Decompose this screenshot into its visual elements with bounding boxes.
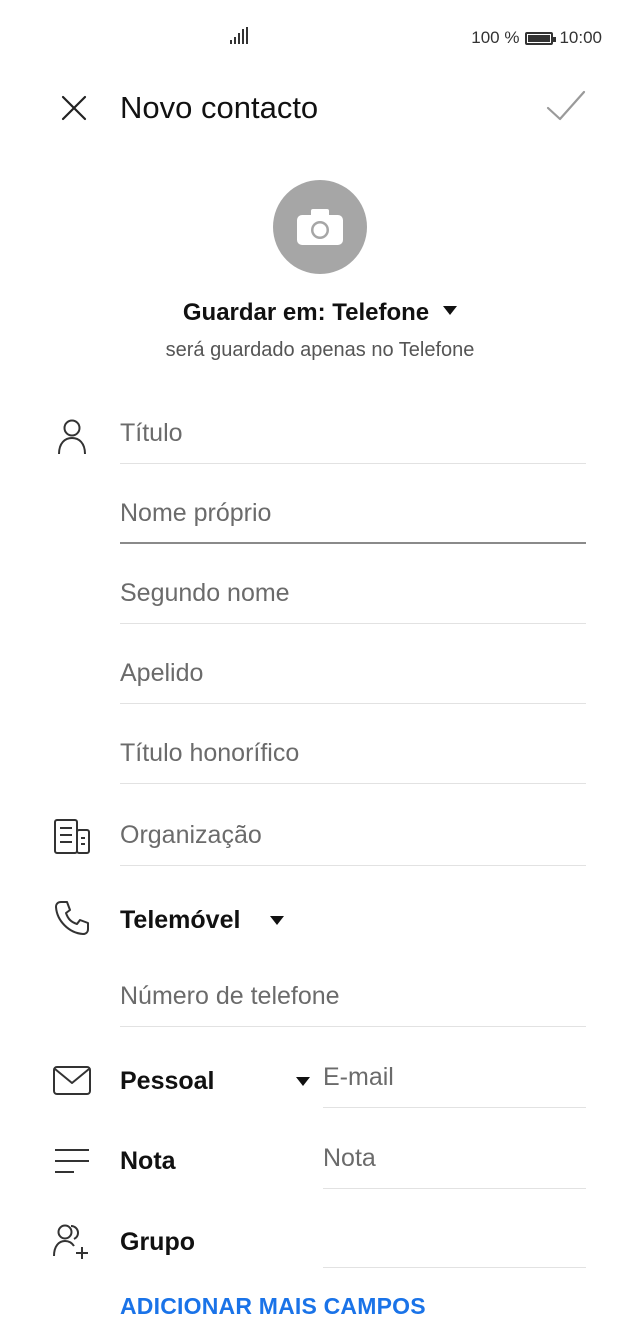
status-right: 100 % 10:00 — [471, 28, 602, 48]
title-input[interactable] — [120, 404, 586, 463]
honorific-input[interactable] — [120, 724, 586, 783]
save-location-hint: será guardado apenas no Telefone — [165, 339, 475, 361]
group-add-icon — [53, 1224, 88, 1259]
dropdown-arrow-icon — [296, 1076, 310, 1086]
email-icon — [53, 1066, 91, 1095]
save-location-label: Guardar em: Telefone — [182, 299, 430, 326]
organization-field[interactable] — [120, 806, 586, 866]
note-field[interactable] — [323, 1129, 586, 1189]
organization-input[interactable] — [120, 806, 586, 865]
phone-number-input[interactable] — [120, 967, 586, 1026]
clock: 10:00 — [559, 28, 602, 47]
phone-type-label: Telemóvel — [120, 905, 241, 934]
phone-type-selector[interactable]: Telemóvel — [120, 890, 320, 950]
honorific-field[interactable] — [120, 724, 586, 784]
title-field[interactable] — [120, 404, 586, 464]
signal-icon — [230, 27, 248, 44]
person-icon — [58, 419, 86, 455]
group-divider — [323, 1267, 586, 1268]
email-field[interactable] — [323, 1048, 586, 1108]
close-icon — [61, 95, 87, 121]
first-name-field[interactable] — [120, 484, 586, 544]
note-input[interactable] — [323, 1129, 586, 1188]
phone-number-field[interactable] — [120, 967, 586, 1027]
last-name-field[interactable] — [120, 644, 586, 704]
check-icon — [546, 90, 586, 121]
first-name-input[interactable] — [120, 484, 586, 542]
group-label[interactable]: Grupo — [120, 1228, 195, 1257]
email-input[interactable] — [323, 1048, 586, 1107]
middle-name-field[interactable] — [120, 564, 586, 624]
battery-icon — [525, 31, 557, 45]
add-photo-button[interactable] — [273, 180, 367, 274]
middle-name-input[interactable] — [120, 564, 586, 623]
dropdown-arrow-icon — [443, 306, 458, 316]
page-title: Novo contacto — [120, 90, 319, 125]
phone-icon — [55, 901, 89, 935]
save-button[interactable] — [544, 88, 588, 128]
last-name-input[interactable] — [120, 644, 586, 703]
note-label: Nota — [120, 1147, 176, 1175]
close-button[interactable] — [54, 88, 94, 128]
status-bar: 100 % 10:00 — [0, 0, 640, 74]
save-location-selector[interactable]: Guardar em: Telefone — [0, 299, 640, 327]
battery-percent: 100 % — [471, 28, 520, 47]
camera-icon — [297, 209, 343, 245]
email-type-label: Pessoal — [120, 1066, 215, 1095]
organization-icon — [54, 819, 90, 854]
dropdown-arrow-icon — [270, 915, 285, 925]
add-more-fields-button[interactable]: ADICIONAR MAIS CAMPOS — [120, 1293, 426, 1320]
email-type-selector[interactable]: Pessoal — [120, 1051, 320, 1111]
note-icon — [55, 1149, 89, 1173]
